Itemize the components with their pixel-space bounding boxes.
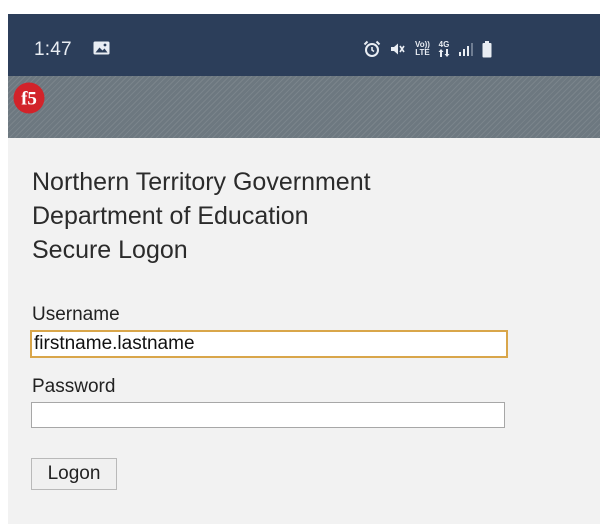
title-line-department: Department of Education bbox=[32, 202, 309, 230]
4g-icon: 4G bbox=[438, 41, 450, 57]
username-label: Username bbox=[32, 304, 120, 325]
alarm-icon bbox=[363, 40, 381, 57]
f5-logo-text: f5 bbox=[21, 89, 37, 110]
network-type-text: 4G bbox=[438, 40, 450, 49]
logon-button[interactable]: Logon bbox=[31, 458, 117, 490]
password-input[interactable] bbox=[31, 402, 505, 428]
app-frame: 1:47 Vo)) LTE 4G f5 Northern Territory G… bbox=[8, 14, 600, 524]
password-label: Password bbox=[32, 376, 116, 397]
f5-logo: f5 bbox=[13, 82, 45, 114]
mute-icon bbox=[391, 43, 405, 55]
data-arrows-icon bbox=[438, 49, 450, 57]
title-line-secure-logon: Secure Logon bbox=[32, 236, 188, 264]
volte-icon: Vo)) LTE bbox=[415, 41, 430, 57]
signal-icon bbox=[458, 43, 473, 56]
status-bar: 1:47 Vo)) LTE 4G bbox=[8, 14, 600, 76]
username-input[interactable] bbox=[30, 330, 508, 358]
gallery-icon bbox=[93, 41, 110, 55]
battery-icon bbox=[482, 40, 492, 57]
volte-bottom-text: LTE bbox=[415, 48, 430, 57]
page-title: Northern Territory Government Department… bbox=[32, 165, 371, 267]
status-icons: Vo)) LTE 4G bbox=[363, 39, 492, 59]
status-time: 1:47 bbox=[34, 39, 72, 60]
title-line-government: Northern Territory Government bbox=[32, 168, 371, 196]
f5-header-band: f5 bbox=[8, 76, 600, 138]
